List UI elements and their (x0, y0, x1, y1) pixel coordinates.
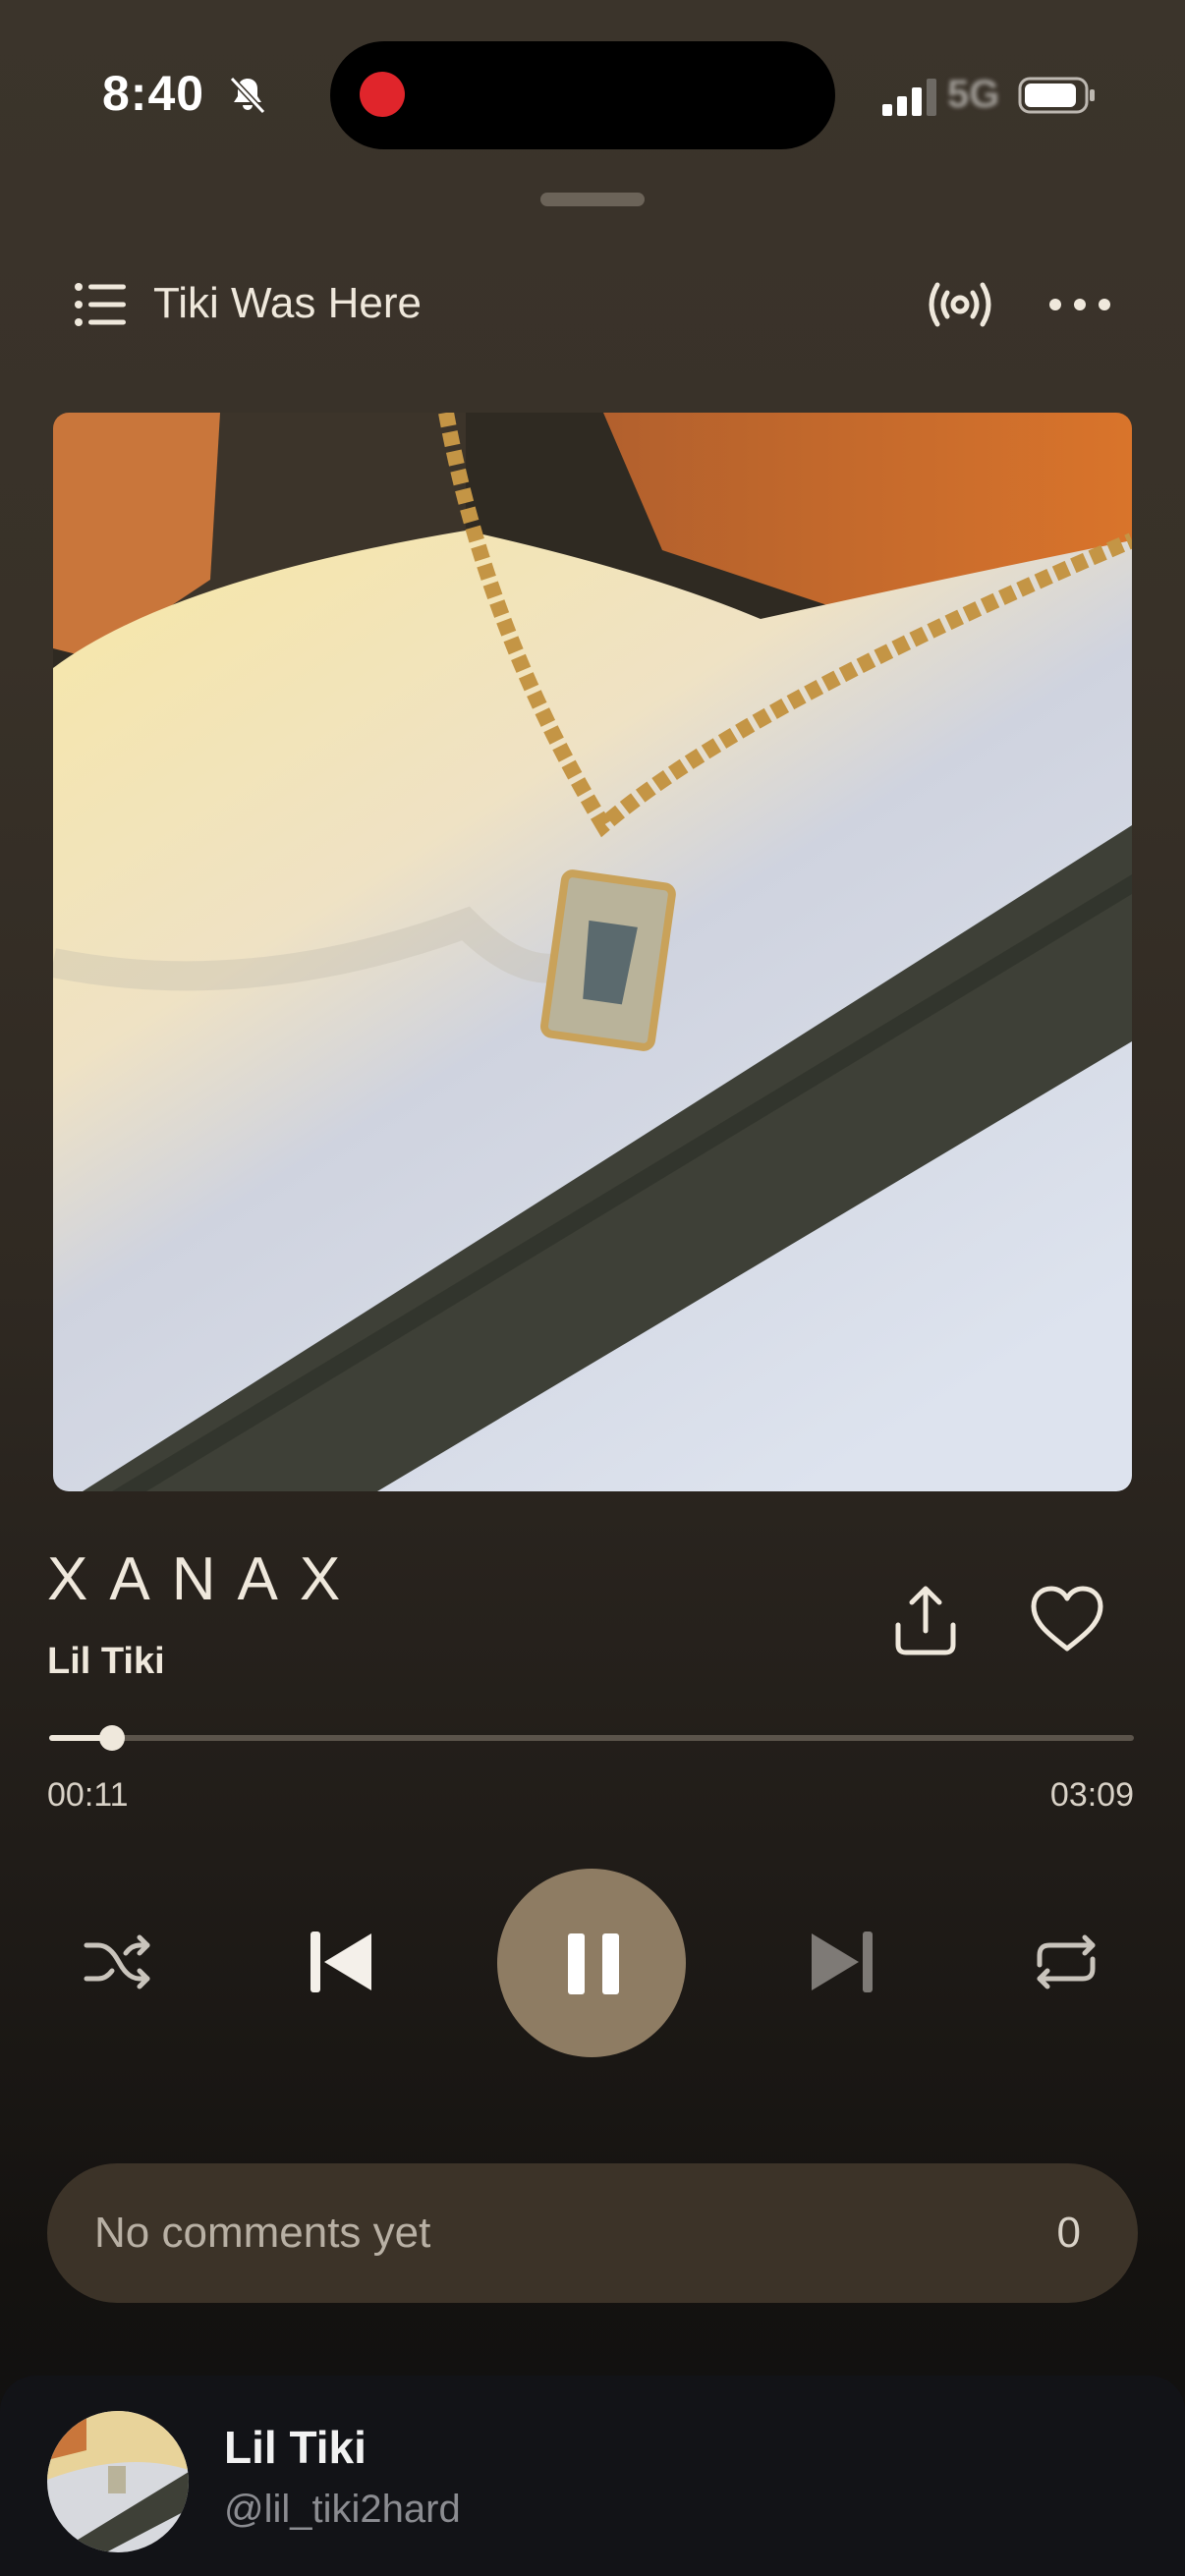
dynamic-island (330, 41, 835, 149)
track-title: XANAX (47, 1545, 363, 1613)
owner-sheet[interactable]: Lil Tiki @lil_tiki2hard (0, 2376, 1185, 2576)
comments-bar[interactable]: No comments yet 0 (47, 2163, 1138, 2303)
time-total: 03:09 (1049, 1776, 1134, 1814)
more-icon[interactable] (1047, 293, 1112, 316)
owner-name[interactable]: Lil Tiki (224, 2421, 367, 2474)
comments-placeholder: No comments yet (94, 2209, 431, 2257)
repeat-icon[interactable] (1032, 1932, 1100, 1992)
broadcast-icon[interactable] (924, 277, 996, 332)
recording-indicator (360, 72, 405, 117)
battery-icon (1018, 77, 1095, 114)
playlist-title[interactable]: Tiki Was Here (153, 279, 422, 328)
share-icon[interactable] (890, 1584, 961, 1658)
bell-slash-icon (229, 76, 266, 115)
previous-icon[interactable] (309, 1930, 375, 1994)
sheet-drag-handle[interactable] (540, 193, 645, 206)
avatar[interactable] (47, 2411, 189, 2552)
heart-icon[interactable] (1030, 1586, 1104, 1652)
pause-icon (568, 1933, 619, 1994)
next-icon[interactable] (808, 1930, 875, 1994)
network-label: 5G (947, 73, 1000, 116)
time-elapsed: 00:11 (47, 1776, 129, 1814)
play-pause-button[interactable] (497, 1869, 686, 2057)
list-icon[interactable] (75, 283, 126, 326)
comments-count: 0 (1056, 2209, 1081, 2257)
progress-bar[interactable] (49, 1725, 1134, 1751)
owner-handle[interactable]: @lil_tiki2hard (224, 2488, 461, 2532)
album-artwork (53, 413, 1132, 1491)
progress-knob[interactable] (99, 1725, 126, 1751)
track-artist[interactable]: Lil Tiki (47, 1641, 165, 1683)
signal-icon (882, 79, 936, 116)
status-time: 8:40 (102, 66, 205, 121)
shuffle-icon[interactable] (83, 1932, 153, 1992)
